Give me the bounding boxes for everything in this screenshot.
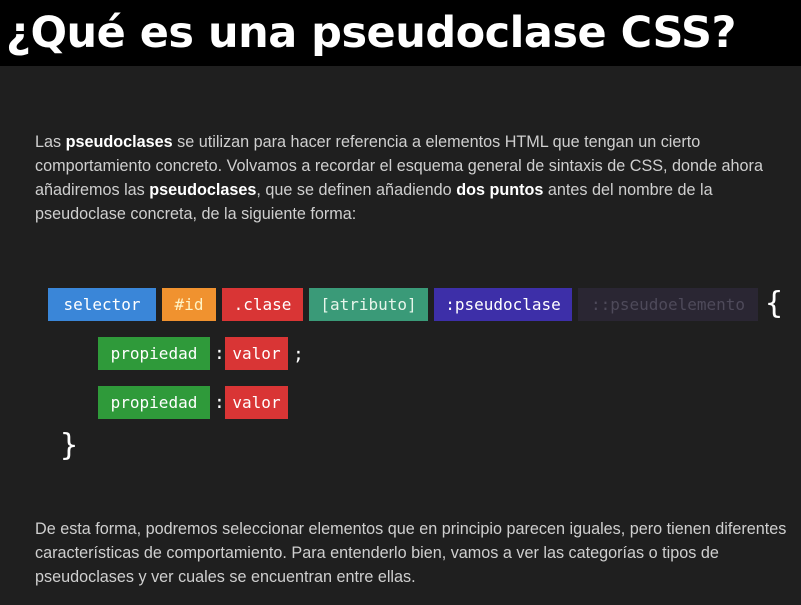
token-atributo: [atributo]: [309, 288, 428, 321]
token-propiedad: propiedad: [98, 386, 210, 419]
intro-text-1: Las: [35, 133, 66, 151]
token-clase: .clase: [222, 288, 303, 321]
token-id: #id: [162, 288, 216, 321]
intro-bold-3: dos puntos: [456, 181, 544, 199]
token-propiedad: propiedad: [98, 337, 210, 370]
open-brace: {: [765, 286, 784, 321]
token-pseudoclase: :pseudoclase: [434, 288, 572, 321]
token-valor: valor: [225, 337, 288, 370]
intro-text-3: , que se definen añadiendo: [256, 181, 457, 199]
semicolon: ;: [293, 344, 304, 365]
close-brace: }: [60, 428, 79, 463]
intro-paragraph: Las pseudoclases se utilizan para hacer …: [35, 130, 795, 226]
colon: :: [214, 392, 225, 413]
page-title: ¿Qué es una pseudoclase CSS?: [6, 8, 736, 58]
token-selector: selector: [48, 288, 156, 321]
intro-bold-1: pseudoclases: [65, 133, 173, 151]
colon: :: [214, 343, 225, 364]
intro-bold-2: pseudoclases: [149, 181, 257, 199]
outro-paragraph: De esta forma, podremos seleccionar elem…: [35, 520, 787, 586]
token-valor: valor: [225, 386, 288, 419]
token-pseudoelemento: ::pseudoelemento: [578, 288, 758, 321]
